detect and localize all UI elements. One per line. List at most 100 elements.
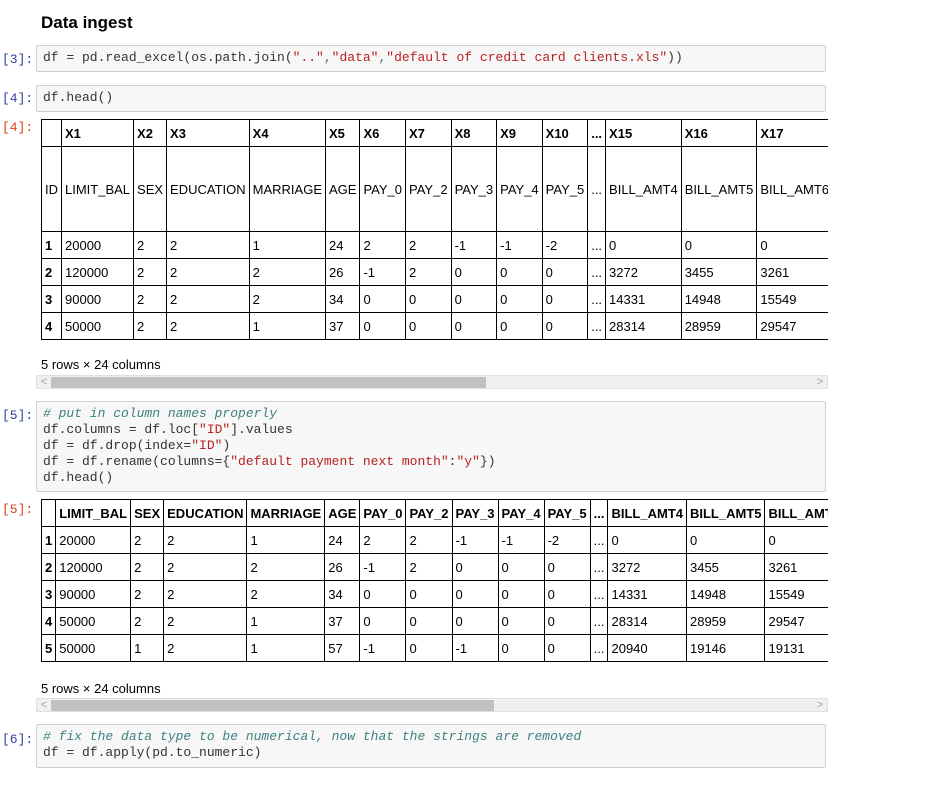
table-cell: ... (589, 526, 609, 554)
header-cell: X5 (324, 119, 361, 147)
table-cell: 0 (543, 580, 591, 608)
table-cell: 2 (163, 580, 248, 608)
table-cell: 0 (359, 285, 407, 313)
table-cell: 90000 (55, 580, 132, 608)
table-cell: ... (587, 231, 607, 259)
table-cell: 3455 (685, 553, 766, 581)
table-cell: 0 (450, 258, 498, 286)
table-cell: 28959 (685, 607, 766, 635)
table-cell: 14331 (605, 285, 682, 313)
scrollbar-thumb[interactable] (51, 377, 486, 388)
code-comment: # put in column names properly (43, 406, 278, 421)
code-text: df = pd.read_excel(os.path.join( (43, 50, 293, 65)
table-cell: 2 (248, 285, 327, 313)
header-cell: PAY_3 (450, 146, 498, 232)
string-literal: "default of credit card clients.xls" (386, 50, 668, 65)
output-5-prompt: [5]: (2, 502, 34, 517)
table-cell: 19146 (685, 634, 766, 662)
table-cell: 2 (359, 526, 407, 554)
table-cell: ... (589, 580, 609, 608)
scroll-right-icon[interactable]: > (814, 376, 826, 388)
table-cell: 0 (607, 526, 687, 554)
table-cell: 28959 (680, 312, 758, 340)
table-cell: 0 (496, 285, 543, 313)
table-cell: 14948 (680, 285, 758, 313)
table-cell: 90000 (60, 285, 135, 313)
code-text: ) (222, 438, 231, 453)
header-cell: AGE (324, 146, 361, 232)
table-cell: 19131 (764, 634, 828, 662)
header-cell: BILL_AMT6 (764, 499, 828, 527)
scroll-left-icon[interactable]: < (38, 376, 50, 388)
table-cell: 2 (163, 526, 248, 554)
header-cell: PAY_4 (497, 499, 545, 527)
table-cell: 0 (405, 580, 453, 608)
table-cell: 1 (246, 634, 326, 662)
table-cell: 34 (324, 285, 361, 313)
code-text: }) (479, 454, 496, 469)
table-cell: ... (587, 285, 607, 313)
table-cell: -1 (451, 526, 499, 554)
header-cell: PAY_5 (541, 146, 589, 232)
rows-info: 5 rows × 24 columns (41, 681, 161, 696)
header-cell: MARRIAGE (248, 146, 327, 232)
table-cell: 0 (451, 607, 499, 635)
table-cell: 2 (130, 607, 165, 635)
table-cell: ... (589, 607, 609, 635)
table-cell: 14948 (685, 580, 766, 608)
header-cell: BILL_AMT4 (605, 146, 682, 232)
header-cell: X6 (359, 119, 407, 147)
row-index: 1 (41, 526, 57, 554)
table-cell: 0 (496, 258, 543, 286)
string-literal: "ID" (199, 422, 231, 437)
horizontal-scrollbar[interactable]: < > (36, 375, 828, 389)
code-cell-6[interactable]: # fix the data type to be numerical, now… (36, 724, 826, 768)
cell-5-prompt: [5]: (2, 408, 34, 423)
header-cell: ... (587, 119, 607, 147)
table-cell: -1 (451, 634, 499, 662)
code-cell-3[interactable]: df = pd.read_excel(os.path.join("..","da… (36, 45, 826, 72)
table-row: 3 90000 2 2 2 34 0 0 0 0 0... 14331 14948 15549 (41, 285, 828, 313)
table-cell: -2 (543, 526, 591, 554)
table-cell: 20940 (607, 634, 687, 662)
table-cell: 50000 (55, 634, 132, 662)
header-cell: BILL_AMT5 (680, 146, 758, 232)
table-cell: 0 (405, 634, 453, 662)
table-cell: 0 (405, 285, 452, 313)
table-cell: 3272 (605, 258, 682, 286)
scrollbar-thumb[interactable] (51, 700, 494, 711)
scroll-left-icon[interactable]: < (38, 699, 50, 711)
header-cell: LIMIT_BAL (60, 146, 135, 232)
string-literal: "default payment next month" (230, 454, 449, 469)
table-cell: 0 (541, 312, 589, 340)
table-cell: 0 (405, 607, 453, 635)
table-cell: 2 (405, 553, 453, 581)
table-cell: 3261 (756, 258, 828, 286)
scroll-right-icon[interactable]: > (814, 699, 826, 711)
code-text: df.head() (43, 470, 114, 485)
header-cell: X8 (450, 119, 498, 147)
dataframe-output-2: LIMIT_BAL SEX EDUCATION MARRIAGE AGE PAY_0 PAY… (41, 499, 828, 666)
table-cell: 2 (246, 580, 326, 608)
cell-4-prompt: [4]: (2, 91, 34, 106)
table-cell: 2 (166, 231, 250, 259)
code-cell-4[interactable]: df.head() (36, 85, 826, 112)
table-cell: 2 (405, 258, 452, 286)
header-cell: PAY_4 (496, 146, 543, 232)
header-cell: EDUCATION (166, 146, 250, 232)
table-cell: 2 (163, 607, 248, 635)
table-cell: 2 (133, 312, 168, 340)
row-index: 4 (41, 607, 57, 635)
table-cell: ... (587, 258, 607, 286)
table-cell: 2 (248, 258, 327, 286)
table-cell: 120000 (55, 553, 132, 581)
header-cell: X16 (680, 119, 758, 147)
header-cell: PAY_5 (543, 499, 591, 527)
cell-6-prompt: [6]: (2, 732, 34, 747)
code-cell-5[interactable]: # put in column names properly df.column… (36, 401, 826, 492)
table-cell: -1 (497, 526, 545, 554)
code-text: df = df.apply(pd.to_numeric) (43, 745, 262, 760)
table-cell: 50000 (60, 312, 135, 340)
horizontal-scrollbar[interactable]: < > (36, 698, 828, 712)
table-cell: 1 (248, 231, 327, 259)
